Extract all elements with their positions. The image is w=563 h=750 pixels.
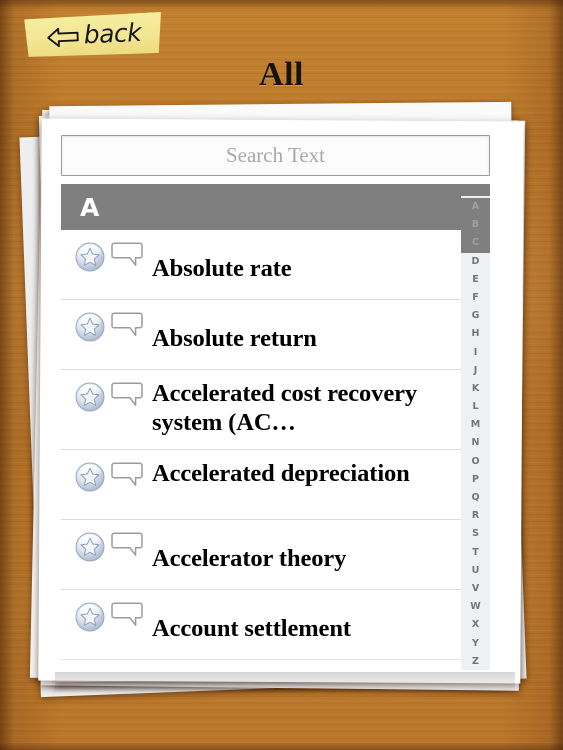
alpha-index-g[interactable]: G [461, 307, 490, 325]
term-label: Absolute rate [152, 254, 292, 282]
term-list-item[interactable]: Accelerator theory [61, 519, 490, 590]
alpha-index-c[interactable]: C [461, 234, 490, 253]
alpha-index-m[interactable]: M [461, 416, 490, 434]
term-label: Account settlement [152, 614, 351, 642]
term-label: Absolute return [152, 324, 317, 352]
alpha-index-y[interactable]: Y [461, 635, 490, 653]
speech-bubble-icon[interactable] [111, 462, 143, 488]
alpha-index-q[interactable]: Q [461, 489, 490, 507]
star-icon[interactable] [75, 602, 105, 632]
alpha-index-j[interactable]: J [461, 362, 490, 380]
left-arrow-icon [45, 25, 80, 49]
section-header-letter: A [80, 192, 100, 222]
section-header-a: A [61, 184, 490, 230]
alpha-index-s[interactable]: S [461, 525, 490, 543]
speech-bubble-icon[interactable] [111, 602, 143, 628]
star-icon[interactable] [75, 312, 105, 342]
star-icon[interactable] [75, 532, 105, 562]
alpha-index-f[interactable]: F [461, 289, 490, 307]
alpha-index-b[interactable]: B [461, 216, 490, 235]
alpha-index-z[interactable]: Z [461, 653, 490, 671]
alpha-index-i[interactable]: I [461, 344, 490, 362]
term-list-item[interactable]: Accelerated cost recovery system (AC… [61, 370, 490, 450]
speech-bubble-icon[interactable] [111, 312, 143, 338]
alpha-index-o[interactable]: O [461, 453, 490, 471]
alpha-index-h[interactable]: H [461, 325, 490, 343]
term-label: Accelerated depreciation [152, 459, 410, 487]
alpha-index-r[interactable]: R [461, 507, 490, 525]
page-title: All [259, 56, 304, 93]
alpha-index-t[interactable]: T [461, 544, 490, 562]
alpha-index-u[interactable]: U [461, 562, 490, 580]
search-bar [61, 135, 490, 184]
alpha-index-w[interactable]: W [461, 598, 490, 616]
alpha-index-n[interactable]: N [461, 434, 490, 452]
speech-bubble-icon[interactable] [111, 532, 143, 558]
alpha-index-p[interactable]: P [461, 471, 490, 489]
alpha-index-x[interactable]: X [461, 616, 490, 634]
alpha-index-d[interactable]: D [461, 253, 490, 271]
alpha-index-k[interactable]: K [461, 380, 490, 398]
search-input[interactable] [61, 135, 490, 176]
back-button[interactable]: back [24, 12, 163, 59]
term-list-item[interactable]: Accelerated depreciation [61, 449, 490, 520]
alpha-index-e[interactable]: E [461, 271, 490, 289]
alphabet-index-strip[interactable]: ABCDEFGHIJKLMNOPQRSTUVWXYZ [461, 196, 490, 670]
speech-bubble-icon[interactable] [111, 242, 143, 268]
glossary-card: A Absolute rate [61, 135, 490, 672]
term-list[interactable]: Absolute rate Absolute return Accelerate… [61, 230, 490, 672]
star-icon[interactable] [75, 462, 105, 492]
star-icon[interactable] [75, 242, 105, 272]
term-list-item[interactable]: Account settlement [61, 589, 490, 660]
term-list-item[interactable]: Absolute return [61, 300, 490, 370]
back-button-label: back [83, 17, 142, 49]
star-icon[interactable] [75, 382, 105, 412]
term-list-item[interactable]: Absolute rate [61, 230, 490, 300]
alpha-index-v[interactable]: V [461, 580, 490, 598]
alpha-index-a[interactable]: A [461, 198, 490, 217]
term-label: Accelerator theory [152, 544, 347, 572]
alpha-index-l[interactable]: L [461, 398, 490, 416]
speech-bubble-icon[interactable] [111, 382, 143, 408]
term-label: Accelerated cost recovery system (AC… [152, 380, 418, 437]
